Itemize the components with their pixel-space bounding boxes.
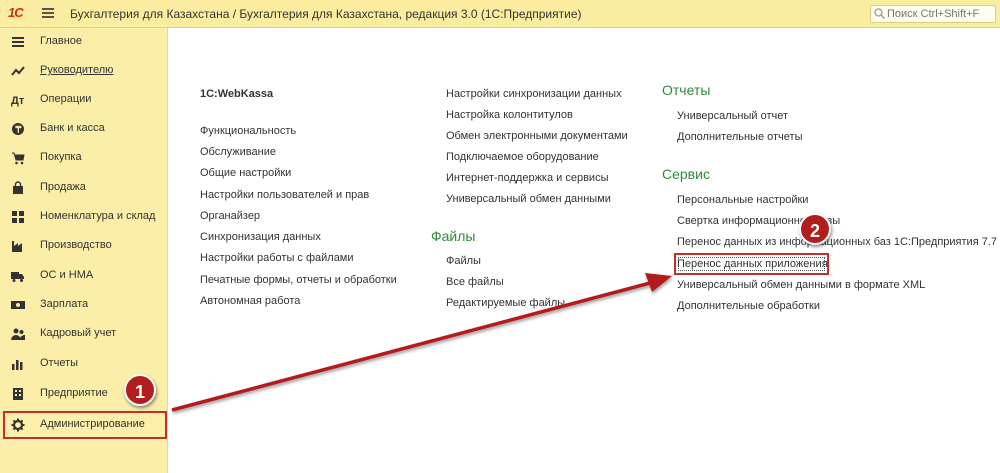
cart-icon bbox=[12, 152, 25, 165]
step-badge-2: 2 bbox=[799, 213, 831, 245]
operations-icon: Дт bbox=[11, 95, 25, 107]
sidebar: Главное Руководителю Дт Операции ₸ Банк … bbox=[0, 28, 168, 473]
search-box[interactable] bbox=[870, 5, 996, 23]
link-equipment[interactable]: Подключаемое оборудование bbox=[446, 151, 599, 163]
people-icon bbox=[11, 328, 25, 340]
truck-icon bbox=[11, 272, 24, 282]
link-organizer[interactable]: Органайзер bbox=[200, 210, 260, 222]
svg-text:Дт: Дт bbox=[11, 95, 25, 107]
link-general-settings[interactable]: Общие настройки bbox=[200, 167, 291, 179]
sidebar-item-label: Кадровый учет bbox=[40, 327, 117, 339]
sidebar-item-salary[interactable]: Зарплата bbox=[0, 292, 168, 318]
sidebar-item-operations[interactable]: Дт Операции bbox=[0, 87, 168, 113]
sidebar-item-label: Продажа bbox=[40, 181, 86, 193]
step-badge-1: 1 bbox=[124, 374, 156, 406]
building-icon bbox=[13, 388, 23, 400]
link-personal-settings[interactable]: Персональные настройки bbox=[677, 194, 808, 206]
sidebar-item-hr[interactable]: Кадровый учет bbox=[0, 321, 168, 347]
sidebar-item-label: Руководителю bbox=[40, 64, 114, 76]
link-print-forms[interactable]: Печатные формы, отчеты и обработки bbox=[200, 274, 397, 286]
link-xml-exchange[interactable]: Универсальный обмен данными в формате XM… bbox=[677, 279, 925, 291]
search-icon bbox=[874, 8, 885, 19]
section-reports: Отчеты bbox=[662, 82, 711, 98]
link-sync-settings[interactable]: Настройки синхронизации данных bbox=[446, 88, 622, 100]
link-functionality[interactable]: Функциональность bbox=[200, 125, 296, 137]
menu-icon[interactable] bbox=[42, 8, 54, 19]
sidebar-item-label: Номенклатура и склад bbox=[40, 210, 156, 222]
link-additional-processing[interactable]: Дополнительные обработки bbox=[677, 300, 820, 312]
sidebar-item-administration[interactable]: Администрирование bbox=[0, 412, 168, 438]
section-files: Файлы bbox=[431, 228, 476, 244]
sidebar-item-production[interactable]: Производство bbox=[0, 233, 168, 259]
link-universal-report[interactable]: Универсальный отчет bbox=[677, 110, 788, 122]
coins-icon: ₸ bbox=[12, 123, 24, 135]
sidebar-item-label: Главное bbox=[40, 35, 83, 47]
link-header-footer[interactable]: Настройка колонтитулов bbox=[446, 109, 573, 121]
sidebar-item-label: Отчеты bbox=[40, 357, 79, 369]
sidebar-item-bank[interactable]: ₸ Банк и касса bbox=[0, 116, 168, 142]
sidebar-item-label: Банк и касса bbox=[40, 122, 105, 134]
sidebar-item-purchase[interactable]: Покупка bbox=[0, 145, 168, 171]
link-user-settings[interactable]: Настройки пользователей и прав bbox=[200, 189, 369, 201]
sidebar-item-fixed-assets[interactable]: ОС и НМА bbox=[0, 263, 168, 289]
money-icon bbox=[11, 301, 25, 309]
link-internet-support[interactable]: Интернет-поддержка и сервисы bbox=[446, 172, 608, 184]
bag-icon bbox=[13, 181, 23, 194]
sidebar-item-label: Производство bbox=[40, 239, 112, 251]
link-all-files[interactable]: Все файлы bbox=[446, 276, 504, 288]
sidebar-item-main[interactable]: Главное bbox=[0, 29, 168, 55]
sidebar-item-reports[interactable]: Отчеты bbox=[0, 351, 168, 377]
sidebar-item-label: Предприятие bbox=[40, 387, 108, 399]
link-maintenance[interactable]: Обслуживание bbox=[200, 146, 276, 158]
link-transfer-app-data[interactable]: Перенос данных приложения bbox=[677, 258, 828, 270]
link-edi[interactable]: Обмен электронными документами bbox=[446, 130, 628, 142]
section-service: Сервис bbox=[662, 166, 710, 182]
sidebar-item-manager[interactable]: Руководителю bbox=[0, 58, 168, 84]
search-input[interactable] bbox=[887, 7, 993, 21]
sidebar-item-label: Администрирование bbox=[40, 418, 145, 430]
group-title-webkassa: 1C:WebKassa bbox=[200, 88, 274, 100]
sidebar-item-label: ОС и НМА bbox=[40, 269, 94, 281]
sidebar-item-label: Операции bbox=[40, 93, 92, 105]
list-icon bbox=[12, 37, 24, 47]
svg-text:₸: ₸ bbox=[15, 125, 22, 135]
trend-icon bbox=[11, 66, 25, 76]
app-logo: 1С bbox=[8, 5, 24, 20]
window-title: Бухгалтерия для Казахстана / Бухгалтерия… bbox=[70, 7, 582, 21]
grid-icon bbox=[12, 211, 24, 223]
link-file-settings[interactable]: Настройки работы с файлами bbox=[200, 252, 354, 264]
sidebar-item-nomenclature[interactable]: Номенклатура и склад bbox=[0, 204, 168, 230]
sidebar-item-sales[interactable]: Продажа bbox=[0, 175, 168, 201]
sidebar-item-label: Зарплата bbox=[40, 298, 89, 310]
sidebar-item-label: Покупка bbox=[40, 151, 82, 163]
link-files[interactable]: Файлы bbox=[446, 255, 481, 267]
link-transfer-77[interactable]: Перенос данных из информационных баз 1С:… bbox=[677, 236, 997, 248]
link-data-sync[interactable]: Синхронизация данных bbox=[200, 231, 321, 243]
link-offline-work[interactable]: Автономная работа bbox=[200, 295, 300, 307]
bar-chart-icon bbox=[12, 360, 23, 370]
title-bar: 1С Бухгалтерия для Казахстана / Бухгалте… bbox=[0, 0, 1000, 28]
link-editable-files[interactable]: Редактируемые файлы bbox=[446, 297, 565, 309]
link-universal-exchange[interactable]: Универсальный обмен данными bbox=[446, 193, 611, 205]
gear-icon bbox=[11, 418, 25, 432]
link-additional-reports[interactable]: Дополнительные отчеты bbox=[677, 131, 802, 143]
factory-icon bbox=[12, 241, 22, 252]
